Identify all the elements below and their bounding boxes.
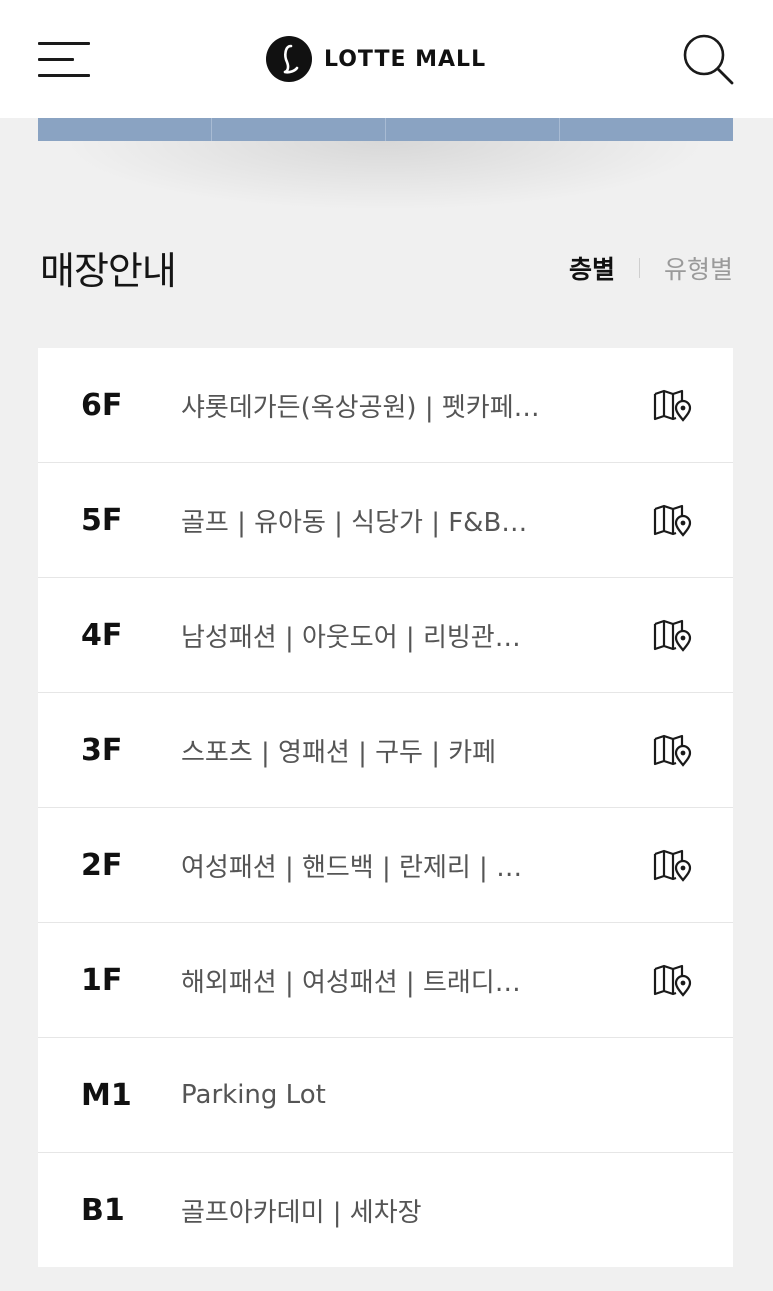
floor-list: 6F 샤롯데가든(옥상공원) | 펫카페… 5F 골프 | 유아동 | 식당가 … — [38, 348, 733, 1267]
tab-divider — [638, 258, 640, 278]
floor-row-3f[interactable]: 3F 스포츠 | 영패션 | 구두 | 카페 — [38, 693, 733, 808]
floor-description: 남성패션 | 아웃도어 | 리빙관… — [181, 622, 521, 653]
floor-row-6f[interactable]: 6F 샤롯데가든(옥상공원) | 펫카페… — [38, 348, 733, 463]
banner-strip — [38, 118, 733, 141]
floor-description: 골프 | 유아동 | 식당가 | F&B… — [181, 507, 528, 538]
lotte-mall-logo[interactable]: LOTTE MALL — [266, 36, 486, 82]
map-pin-icon[interactable] — [652, 734, 694, 768]
tab-by-floor[interactable]: 층별 — [569, 250, 615, 286]
map-pin-icon[interactable] — [652, 389, 694, 423]
floor-row-2f[interactable]: 2F 여성패션 | 핸드백 | 란제리 | … — [38, 808, 733, 923]
map-pin-icon[interactable] — [652, 849, 694, 883]
search-icon[interactable] — [680, 32, 736, 88]
banner-shadow — [60, 141, 710, 211]
floor-number: B1 — [81, 1192, 125, 1228]
logo-text: LOTTE MALL — [324, 46, 487, 72]
floor-number: 1F — [81, 962, 123, 998]
floor-row-5f[interactable]: 5F 골프 | 유아동 | 식당가 | F&B… — [38, 463, 733, 578]
floor-description: 샤롯데가든(옥상공원) | 펫카페… — [181, 392, 540, 423]
floor-number: 6F — [81, 387, 123, 423]
floor-number: 4F — [81, 617, 123, 653]
map-pin-icon[interactable] — [652, 619, 694, 653]
floor-description: 골프아카데미 | 세차장 — [181, 1197, 422, 1228]
hamburger-menu-icon[interactable] — [38, 40, 92, 80]
floor-number: 3F — [81, 732, 123, 768]
floor-row-4f[interactable]: 4F 남성패션 | 아웃도어 | 리빙관… — [38, 578, 733, 693]
floor-description: 해외패션 | 여성패션 | 트래디… — [181, 967, 521, 998]
map-pin-icon[interactable] — [652, 504, 694, 538]
floor-description: 스포츠 | 영패션 | 구두 | 카페 — [181, 737, 497, 768]
floor-row-1f[interactable]: 1F 해외패션 | 여성패션 | 트래디… — [38, 923, 733, 1038]
floor-row-m1[interactable]: M1 Parking Lot — [38, 1038, 733, 1153]
floor-description: 여성패션 | 핸드백 | 란제리 | … — [181, 852, 523, 883]
lotte-logo-mark-icon — [266, 36, 312, 82]
floor-number: 5F — [81, 502, 123, 538]
tab-by-type[interactable]: 유형별 — [664, 250, 733, 286]
floor-row-b1[interactable]: B1 골프아카데미 | 세차장 — [38, 1153, 733, 1267]
page-title: 매장안내 — [40, 249, 177, 293]
map-pin-icon[interactable] — [652, 964, 694, 998]
floor-number: 2F — [81, 847, 123, 883]
header: LOTTE MALL — [0, 0, 773, 118]
floor-description: Parking Lot — [181, 1080, 326, 1110]
view-tabs: 층별 유형별 — [569, 250, 733, 286]
floor-number: M1 — [81, 1077, 132, 1113]
